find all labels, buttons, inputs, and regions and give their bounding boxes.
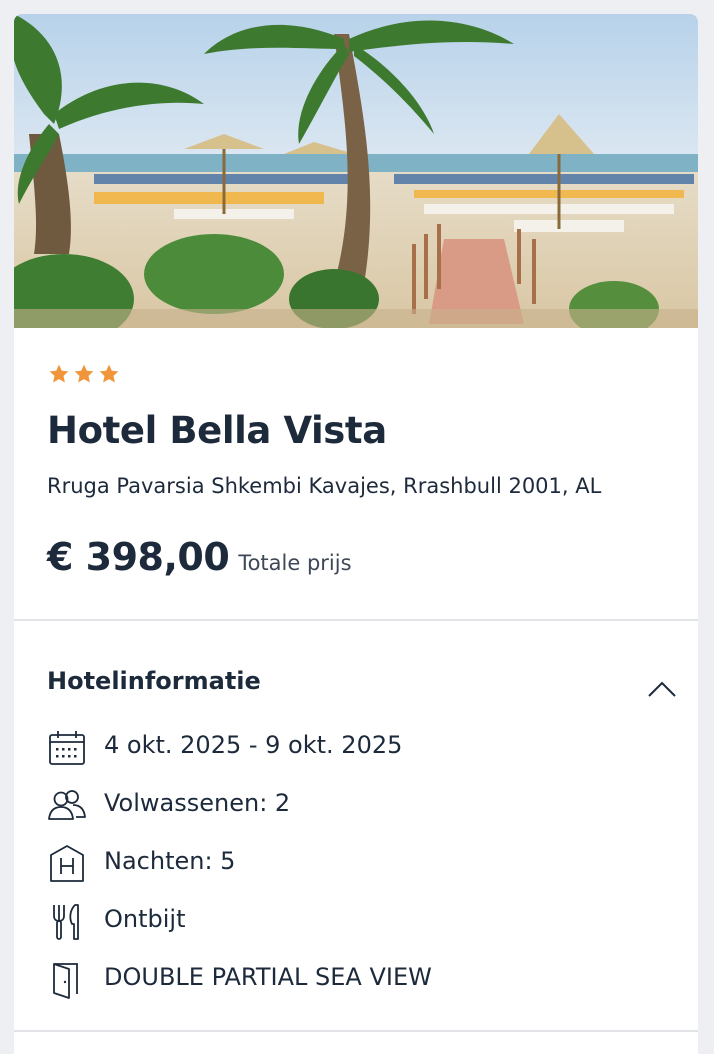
total-price: € 398,00 <box>47 535 230 579</box>
star-rating <box>48 363 120 385</box>
hotel-card: Hotel Bella Vista Rruga Pavarsia Shkembi… <box>14 14 698 1054</box>
nights-text: Nachten: 5 <box>104 847 236 875</box>
chevron-up-icon <box>648 681 676 697</box>
room-type-text: DOUBLE PARTIAL SEA VIEW <box>104 963 432 991</box>
hotel-info-toggle[interactable]: Hotelinformatie <box>14 622 698 732</box>
adults-text: Volwassenen: 2 <box>104 789 291 817</box>
hotel-icon <box>50 845 84 882</box>
info-item-nights: Nachten: 5 <box>47 840 667 886</box>
price-label: Totale prijs <box>238 551 352 575</box>
info-item-room: DOUBLE PARTIAL SEA VIEW <box>47 956 667 1002</box>
hotel-name: Hotel Bella Vista <box>47 409 387 452</box>
hotel-photo[interactable] <box>14 14 698 328</box>
fork-knife-icon <box>53 904 79 940</box>
door-icon <box>53 963 78 999</box>
divider <box>14 619 698 621</box>
hotel-address: Rruga Pavarsia Shkembi Kavajes, Rrashbul… <box>47 474 602 498</box>
info-item-board: Ontbijt <box>47 898 667 944</box>
dates-text: 4 okt. 2025 - 9 okt. 2025 <box>104 731 403 759</box>
divider <box>14 1030 698 1032</box>
adults-icon <box>48 790 86 820</box>
info-item-dates: 4 okt. 2025 - 9 okt. 2025 <box>47 724 667 770</box>
info-item-adults: Volwassenen: 2 <box>47 782 667 828</box>
star-icon <box>74 364 94 383</box>
price-row: € 398,00 Totale prijs <box>47 535 352 579</box>
section-title: Hotelinformatie <box>47 667 261 695</box>
calendar-icon <box>49 731 85 765</box>
star-icon <box>49 364 69 383</box>
star-icon <box>99 364 119 383</box>
board-text: Ontbijt <box>104 905 186 933</box>
